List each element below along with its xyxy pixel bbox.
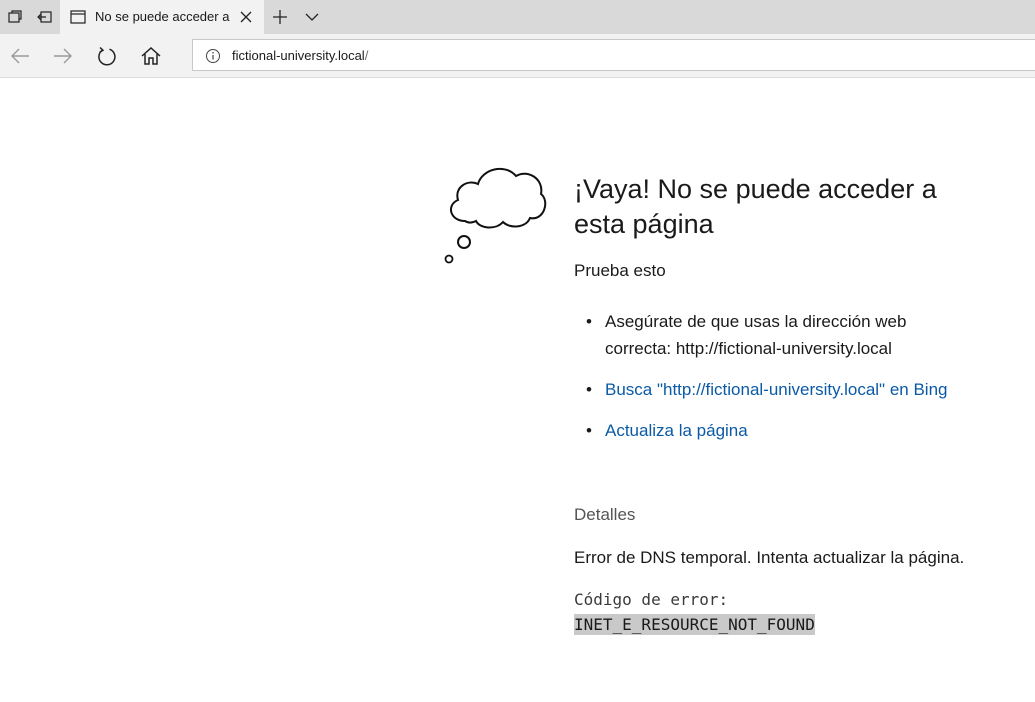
suggestion-refresh-page: Actualiza la página <box>574 417 974 444</box>
refresh-icon <box>98 46 116 66</box>
refresh-page-link[interactable]: Actualiza la página <box>605 421 748 440</box>
error-headline: ¡Vaya! No se puede acceder a esta página <box>574 174 937 239</box>
home-icon <box>141 47 161 65</box>
set-aside-tabs-icon <box>37 11 52 23</box>
tab-title: No se puede acceder a <box>95 9 230 24</box>
error-code-label: Código de error: <box>574 590 729 609</box>
info-icon[interactable] <box>205 48 221 64</box>
details-toggle[interactable]: Detalles <box>574 505 635 525</box>
tab-bar: No se puede acceder a <box>0 0 1035 34</box>
suggestion-text: Asegúrate de que usas la dirección web c… <box>605 312 907 358</box>
address-url: fictional-university.local/ <box>232 48 368 63</box>
try-this-heading: Prueba esto <box>574 261 666 280</box>
tab-close-button[interactable] <box>236 7 256 27</box>
navigation-bar: fictional-university.local/ <box>0 34 1035 78</box>
back-arrow-icon <box>11 48 29 64</box>
refresh-button[interactable] <box>89 38 125 74</box>
back-button[interactable] <box>2 38 38 74</box>
new-tab-button[interactable] <box>266 0 294 34</box>
error-code: INET_E_RESOURCE_NOT_FOUND <box>574 614 815 635</box>
plus-icon <box>273 10 287 24</box>
search-bing-link[interactable]: Busca "http://fictional-university.local… <box>605 380 947 399</box>
set-aside-tabs-button[interactable] <box>30 0 60 34</box>
close-icon <box>240 11 252 23</box>
home-button[interactable] <box>133 38 169 74</box>
tab-active[interactable]: No se puede acceder a <box>60 0 264 34</box>
url-path: / <box>364 48 369 63</box>
tab-overview-button[interactable] <box>0 0 30 34</box>
page-icon <box>70 10 86 24</box>
suggestions-list: Asegúrate de que usas la dirección web c… <box>574 308 974 458</box>
tab-overview-icon <box>8 10 22 23</box>
suggestion-search-bing: Busca "http://fictional-university.local… <box>574 376 974 403</box>
suggestion-check-address: Asegúrate de que usas la dirección web c… <box>574 308 974 362</box>
details-text: Error de DNS temporal. Intenta actualiza… <box>574 548 965 567</box>
chevron-down-icon <box>305 13 319 21</box>
forward-button[interactable] <box>45 38 81 74</box>
address-bar[interactable]: fictional-university.local/ <box>192 39 1035 71</box>
url-host: fictional-university.local <box>232 48 365 63</box>
forward-arrow-icon <box>54 48 72 64</box>
thought-cloud-icon <box>444 167 547 264</box>
tab-menu-button[interactable] <box>298 0 326 34</box>
